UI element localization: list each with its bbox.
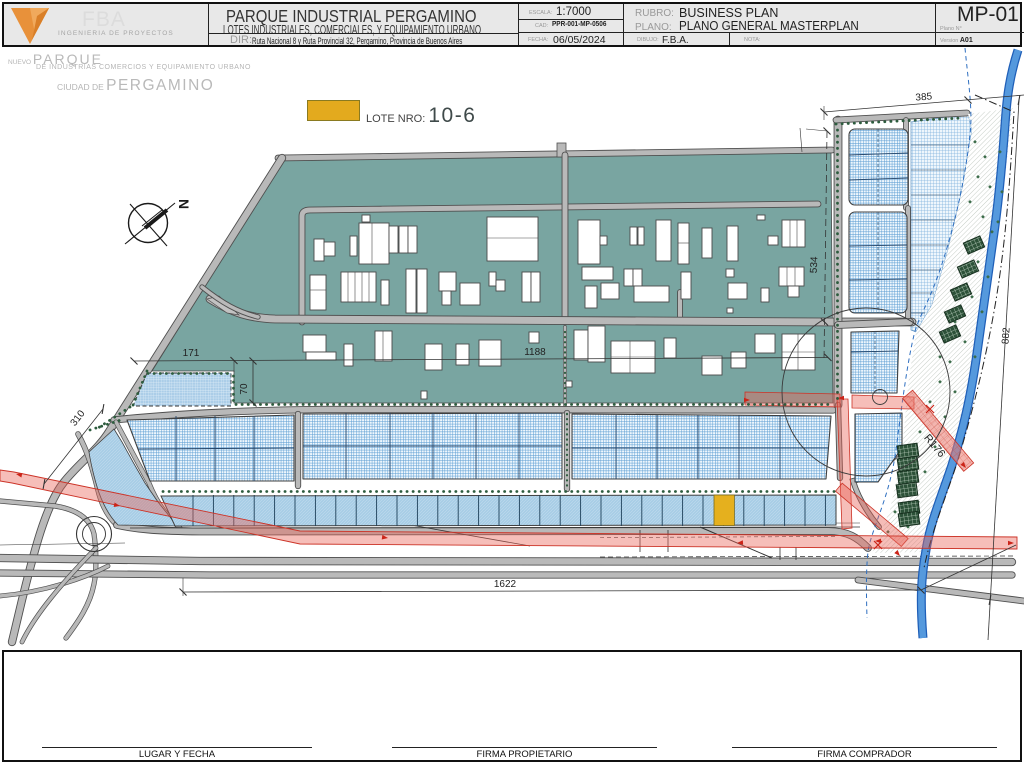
svg-text:310: 310 — [69, 408, 88, 428]
svg-text:171: 171 — [183, 348, 200, 359]
svg-text:534: 534 — [809, 256, 821, 274]
svg-text:882: 882 — [1000, 327, 1012, 345]
svg-text:N: N — [176, 199, 192, 209]
svg-text:1622: 1622 — [494, 579, 517, 590]
svg-text:385: 385 — [915, 91, 933, 103]
svg-text:70: 70 — [239, 383, 250, 395]
svg-text:1188: 1188 — [524, 347, 546, 358]
